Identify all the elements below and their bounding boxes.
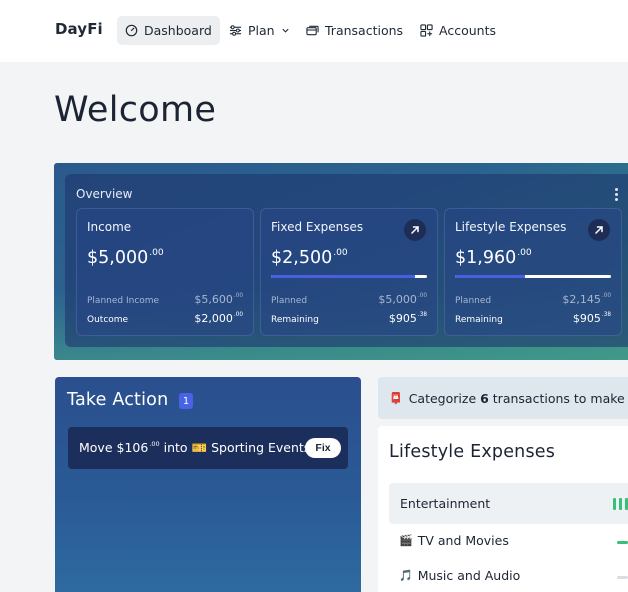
list-item-label: TV and Movies (417, 533, 509, 548)
progress-bar (617, 541, 628, 544)
nav-plan-label: Plan (248, 23, 275, 38)
card-row-planned: Planned $5,000.00 (271, 293, 427, 306)
grid-plus-icon (420, 24, 433, 37)
list-item-music-audio[interactable]: 🎵 Music and Audio (399, 568, 520, 583)
sliders-icon (229, 25, 242, 36)
list-item-tv-movies[interactable]: 🎬 TV and Movies (399, 533, 509, 548)
card-row-planned: Planned Income $5,600.00 (87, 293, 243, 306)
progress-bar (617, 576, 628, 579)
music-note-icon: 🎵 (399, 569, 413, 582)
overview-title: Overview (76, 187, 133, 201)
nav-accounts[interactable]: Accounts (412, 16, 504, 45)
categorize-banner[interactable]: 📮 Categorize 6 transactions to make your (378, 377, 628, 419)
nav-plan[interactable]: Plan (221, 16, 298, 45)
card-amount: $2,500.00 (271, 248, 348, 268)
fix-button[interactable]: Fix (305, 438, 341, 458)
category-bar-icon (613, 498, 628, 510)
cards-icon (306, 25, 319, 36)
take-action-panel: Take Action 1 Move $106.00 into 🎫 Sporti… (55, 377, 361, 592)
fixed-expenses-card[interactable]: Fixed Expenses $2,500.00 Planned $5,000.… (260, 208, 438, 336)
progress-fill (271, 275, 415, 278)
card-row-remaining: Remaining $905.38 (455, 312, 611, 325)
nav-dashboard[interactable]: Dashboard (117, 16, 220, 45)
card-row-outcome: Outcome $2,000.00 (87, 312, 243, 325)
chevron-down-icon (282, 28, 289, 33)
income-card[interactable]: Income $5,000.00 Planned Income $5,600.0… (76, 208, 254, 336)
list-item-label: Music and Audio (417, 568, 521, 583)
overview-section: Overview Income $5,000.00 Planned Income… (54, 163, 628, 360)
card-amount: $1,960.00 (455, 248, 532, 268)
more-vertical-icon[interactable] (610, 184, 622, 204)
ticket-icon: 🎫 (191, 440, 208, 455)
nav-dashboard-label: Dashboard (144, 23, 212, 38)
nav-transactions-label: Transactions (325, 23, 404, 38)
page-title: Welcome (54, 90, 217, 130)
progress-fill (455, 275, 526, 278)
progress-bar (455, 275, 611, 278)
lifestyle-expenses-card[interactable]: Lifestyle Expenses $1,960.00 Planned $2,… (444, 208, 622, 336)
lifestyle-expenses-panel: Lifestyle Expenses Entertainment 🎬 TV an… (378, 426, 628, 592)
card-title: Lifestyle Expenses (455, 220, 567, 234)
nav-accounts-label: Accounts (439, 23, 496, 38)
lifestyle-title: Lifestyle Expenses (389, 442, 556, 462)
category-row-entertainment[interactable]: Entertainment (389, 483, 628, 524)
arrow-up-right-icon[interactable] (404, 219, 426, 241)
category-label: Entertainment (400, 496, 491, 511)
progress-bar (271, 275, 427, 278)
card-title: Fixed Expenses (271, 220, 364, 234)
take-action-title: Take Action (67, 390, 169, 410)
overview-panel: Overview Income $5,000.00 Planned Income… (65, 174, 628, 347)
action-count-badge: 1 (179, 393, 193, 409)
card-title: Income (87, 220, 132, 234)
clapper-icon: 🎬 (399, 534, 413, 547)
action-item[interactable]: Move $106.00 into 🎫 Sporting Events Fix (68, 427, 348, 469)
arrow-up-right-icon[interactable] (588, 219, 610, 241)
card-row-planned: Planned $2,145.00 (455, 293, 611, 306)
nav-transactions[interactable]: Transactions (298, 16, 411, 45)
categorize-banner-text: Categorize 6 transactions to make your (408, 390, 628, 406)
action-item-text: Move $106.00 into 🎫 Sporting Events (79, 440, 311, 455)
brand-logo[interactable]: DayFi (55, 20, 103, 38)
mailbox-icon: 📮 (389, 391, 403, 405)
card-row-remaining: Remaining $905.38 (271, 312, 427, 325)
card-amount: $5,000.00 (87, 248, 164, 268)
top-nav-bar: DayFi Dashboard Plan Transactions Accoun… (0, 0, 628, 62)
gauge-icon (125, 24, 138, 37)
